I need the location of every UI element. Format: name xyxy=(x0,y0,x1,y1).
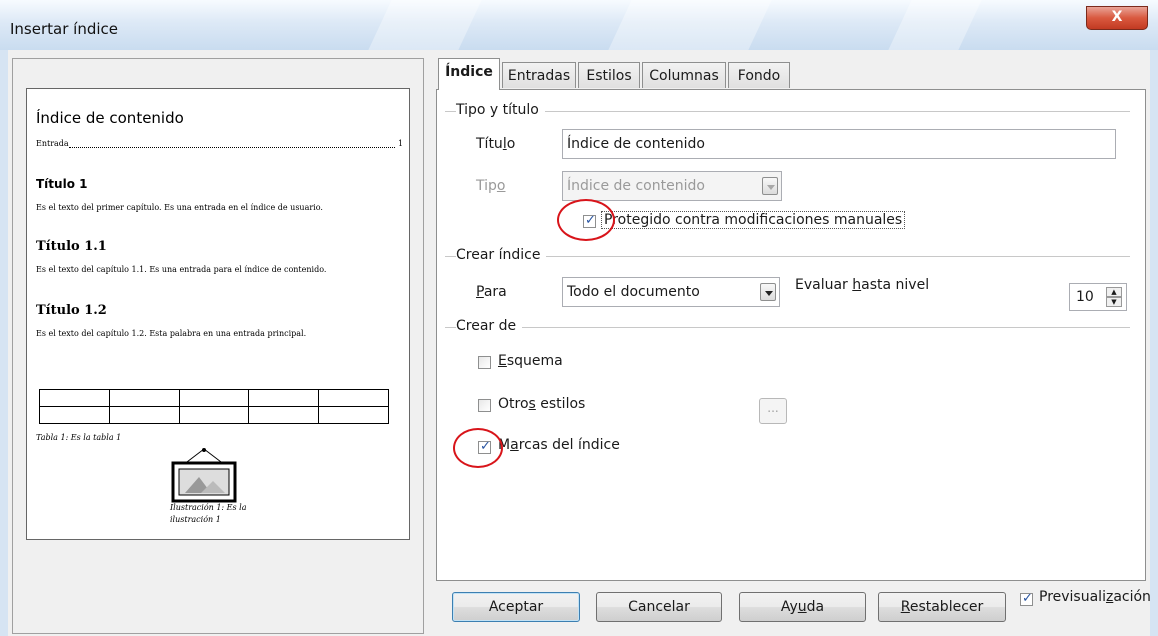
annotation-circle xyxy=(453,428,503,468)
annotation-circle xyxy=(557,199,615,241)
tab-indice[interactable]: Índice xyxy=(438,58,500,90)
spin-up-icon[interactable]: ▲ xyxy=(1106,287,1122,297)
preview-toc-leader xyxy=(69,147,395,148)
index-marks-label: Marcas del índice xyxy=(498,437,620,453)
tab-entradas[interactable]: Entradas xyxy=(502,62,576,88)
other-styles-checkbox[interactable] xyxy=(478,399,491,412)
tab-panel xyxy=(436,89,1146,581)
reset-button[interactable]: Restablecer xyxy=(878,592,1006,622)
window-frame-right xyxy=(1150,50,1158,636)
type-section-divider xyxy=(445,111,1130,112)
preview-paragraph-1: Es el texto del primer capítulo. Es una … xyxy=(36,203,323,212)
type-select: Índice de contenido xyxy=(562,171,782,201)
create-index-label: Crear índice xyxy=(456,247,547,263)
close-button[interactable]: X xyxy=(1086,6,1148,30)
create-index-divider xyxy=(445,256,1130,257)
spin-down-icon[interactable]: ▼ xyxy=(1106,297,1122,307)
preview-heading-1: Título 1 xyxy=(36,177,88,191)
help-button[interactable]: Ayuda xyxy=(739,592,866,622)
tab-fondo[interactable]: Fondo xyxy=(728,62,790,88)
ok-button[interactable]: Aceptar xyxy=(452,592,580,622)
type-select-value: Índice de contenido xyxy=(567,178,705,194)
protected-label[interactable]: Protegido contra modificaciones manuales xyxy=(601,211,906,229)
title-bar xyxy=(0,0,1158,50)
other-styles-label: Otros estilos xyxy=(498,396,586,412)
eval-level-label: Evaluar hasta nivel xyxy=(795,277,930,293)
for-label: Para xyxy=(476,284,507,300)
create-from-label: Crear de xyxy=(456,318,523,334)
outline-checkbox[interactable] xyxy=(478,356,491,369)
preview-heading-3: Título 1.2 xyxy=(36,303,107,318)
chevron-down-icon xyxy=(762,177,778,195)
preview-heading-2: Título 1.1 xyxy=(36,239,107,254)
preview-table xyxy=(39,389,389,425)
chevron-down-icon xyxy=(760,283,776,301)
tab-estilos[interactable]: Estilos xyxy=(578,62,640,88)
other-styles-ellipsis-button[interactable]: ... xyxy=(759,398,787,424)
title-input[interactable]: Índice de contenido xyxy=(562,129,1116,159)
preview-heading: Índice de contenido xyxy=(36,109,184,127)
for-select-value: Todo el documento xyxy=(567,284,700,300)
window-frame-left xyxy=(0,50,8,636)
for-select[interactable]: Todo el documento xyxy=(562,277,780,307)
window-title: Insertar índice xyxy=(10,20,118,38)
preview-toc-page: 1 xyxy=(398,139,404,148)
cancel-button[interactable]: Cancelar xyxy=(596,592,722,622)
level-value: 10 xyxy=(1076,289,1094,305)
type-section-label: Tipo y título xyxy=(456,102,545,118)
outline-label: Esquema xyxy=(498,353,563,369)
type-label: Tipo xyxy=(476,178,506,194)
tab-columnas[interactable]: Columnas xyxy=(642,62,726,88)
checkmark-icon: ✓ xyxy=(1022,591,1033,606)
preview-paragraph-2: Es el texto del capítulo 1.1. Es una ent… xyxy=(36,265,327,274)
preview-toc-entry: Entrada xyxy=(36,139,69,148)
picture-frame-icon xyxy=(171,448,237,503)
create-from-divider xyxy=(445,327,1130,328)
preview-label: Previsualización xyxy=(1039,589,1151,605)
level-spinner[interactable]: 10 ▲ ▼ xyxy=(1069,283,1127,311)
preview-page: Índice de contenido Entrada 1 Título 1 E… xyxy=(26,88,410,540)
preview-checkbox[interactable]: ✓ xyxy=(1020,591,1033,606)
preview-table-caption: Tabla 1: Es la tabla 1 xyxy=(36,433,122,442)
preview-paragraph-3: Es el texto del capítulo 1.2. Esta palab… xyxy=(36,329,307,338)
title-label: Título xyxy=(476,136,516,152)
preview-illustration-caption-2: ilustración 1 xyxy=(170,515,221,524)
preview-illustration-caption-1: Ilustración 1: Es la xyxy=(170,503,247,512)
